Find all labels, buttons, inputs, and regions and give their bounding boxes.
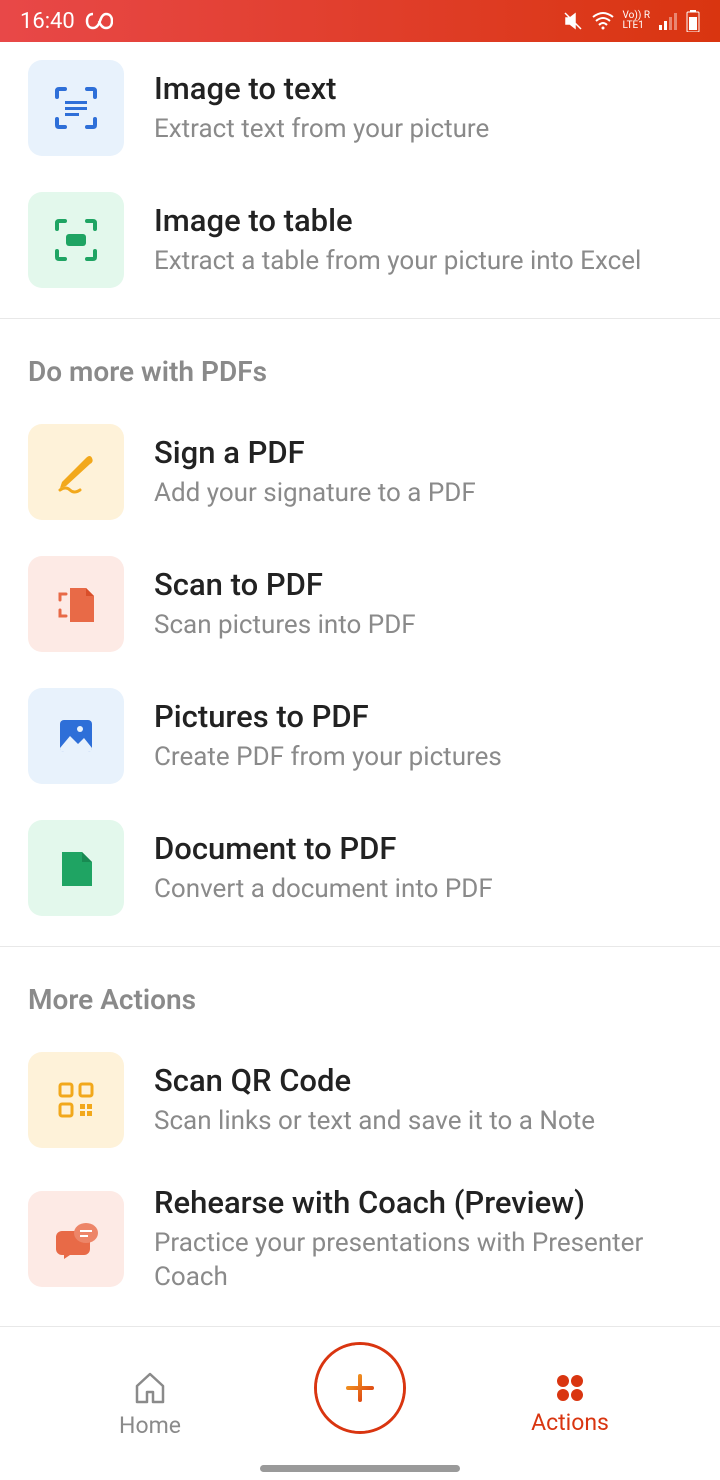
rehearse-coach-icon — [28, 1191, 124, 1287]
action-text: Scan QR Code Scan links or text and save… — [154, 1062, 692, 1139]
home-icon — [131, 1368, 169, 1406]
action-desc: Create PDF from your pictures — [154, 741, 692, 775]
action-desc: Scan pictures into PDF — [154, 609, 692, 643]
scan-to-pdf-icon — [28, 556, 124, 652]
action-desc: Extract a table from your picture into E… — [154, 245, 692, 279]
status-right: Vo)) R LTE1 — [563, 10, 700, 32]
sign-pdf-icon — [28, 424, 124, 520]
status-bar: 16:40 Vo)) R LTE1 — [0, 0, 720, 42]
signal-icon — [658, 12, 678, 30]
gesture-bar[interactable] — [260, 1465, 460, 1472]
wifi-icon — [591, 11, 615, 31]
plus-icon — [342, 1370, 378, 1406]
fab-create[interactable] — [314, 1342, 406, 1434]
bottom-nav: Home Actions — [0, 1326, 720, 1480]
image-to-text-icon — [28, 60, 124, 156]
action-text: Image to text Extract text from your pic… — [154, 70, 692, 147]
mute-icon — [563, 11, 583, 31]
action-title: Sign a PDF — [154, 434, 692, 471]
action-image-to-table[interactable]: Image to table Extract a table from your… — [0, 174, 720, 306]
document-to-pdf-icon — [28, 820, 124, 916]
nav-home[interactable]: Home — [0, 1368, 300, 1439]
action-desc: Convert a document into PDF — [154, 873, 692, 907]
action-desc: Scan links or text and save it to a Note — [154, 1105, 692, 1139]
action-desc: Extract text from your picture — [154, 113, 692, 147]
content-area: Image to text Extract text from your pic… — [0, 42, 720, 1326]
action-desc: Practice your presentations with Present… — [154, 1227, 692, 1295]
action-scan-qr[interactable]: Scan QR Code Scan links or text and save… — [0, 1034, 720, 1166]
action-title: Scan QR Code — [154, 1062, 692, 1099]
battery-icon — [686, 10, 700, 32]
authenticator-icon — [85, 12, 113, 30]
action-text: Document to PDF Convert a document into … — [154, 830, 692, 907]
action-title: Image to text — [154, 70, 692, 107]
divider — [0, 318, 720, 319]
action-document-to-pdf[interactable]: Document to PDF Convert a document into … — [0, 802, 720, 934]
action-title: Image to table — [154, 202, 692, 239]
network-label: Vo)) R LTE1 — [623, 11, 650, 31]
action-scan-to-pdf[interactable]: Scan to PDF Scan pictures into PDF — [0, 538, 720, 670]
nav-label: Actions — [531, 1409, 609, 1436]
actions-icon — [551, 1371, 589, 1403]
action-desc: Add your signature to a PDF — [154, 477, 692, 511]
action-text: Scan to PDF Scan pictures into PDF — [154, 566, 692, 643]
action-title: Scan to PDF — [154, 566, 692, 603]
section-header-more: More Actions — [0, 959, 720, 1034]
qr-code-icon — [28, 1052, 124, 1148]
action-text: Image to table Extract a table from your… — [154, 202, 692, 279]
fab-wrap — [300, 1342, 420, 1434]
nav-label: Home — [119, 1412, 181, 1439]
status-time: 16:40 — [20, 9, 75, 34]
action-text: Rehearse with Coach (Preview) Practice y… — [154, 1184, 692, 1295]
action-pictures-to-pdf[interactable]: Pictures to PDF Create PDF from your pic… — [0, 670, 720, 802]
action-text: Pictures to PDF Create PDF from your pic… — [154, 698, 692, 775]
divider — [0, 946, 720, 947]
action-rehearse-coach[interactable]: Rehearse with Coach (Preview) Practice y… — [0, 1166, 720, 1313]
action-title: Rehearse with Coach (Preview) — [154, 1184, 692, 1221]
action-image-to-text[interactable]: Image to text Extract text from your pic… — [0, 42, 720, 174]
pictures-to-pdf-icon — [28, 688, 124, 784]
action-title: Pictures to PDF — [154, 698, 692, 735]
image-to-table-icon — [28, 192, 124, 288]
status-left: 16:40 — [20, 9, 113, 34]
nav-actions[interactable]: Actions — [420, 1371, 720, 1436]
action-title: Document to PDF — [154, 830, 692, 867]
section-header-pdf: Do more with PDFs — [0, 331, 720, 406]
action-sign-pdf[interactable]: Sign a PDF Add your signature to a PDF — [0, 406, 720, 538]
action-text: Sign a PDF Add your signature to a PDF — [154, 434, 692, 511]
